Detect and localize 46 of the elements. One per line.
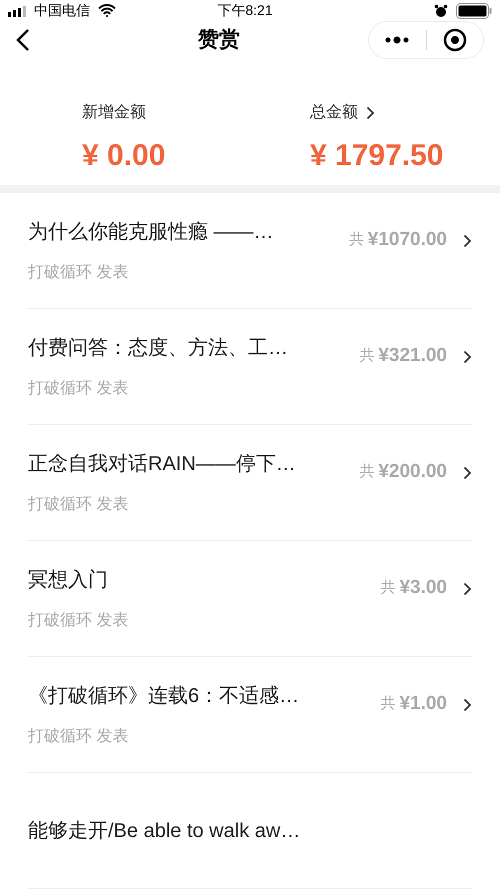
list-item[interactable]: 付费问答：态度、方法、工… 打破循环 发表 共 ¥321.00 [28,309,472,425]
total-prefix: 共 [359,346,374,366]
total-prefix: 共 [380,694,396,714]
alarm-icon [434,4,448,18]
chevron-icon [463,234,472,248]
item-title: 正念自我对话RAIN——停下… [28,452,297,476]
item-amount: ¥200.00 [378,460,447,484]
total-prefix: 共 [380,578,396,598]
item-title: 付费问答：态度、方法、工… [28,336,289,360]
item-title: 能够走开/Be able to walk aw… [28,818,302,844]
summary-label: 总金额 [310,102,358,123]
clock: 下午8:21 [217,1,273,20]
chevron-icon [463,350,472,364]
summary-label: 新增金额 [82,102,146,123]
list-item[interactable]: 冥想入门 打破循环 发表 共 ¥3.00 [28,541,472,657]
total-prefix: 共 [348,230,364,250]
more-icon [384,36,410,44]
item-amount: ¥1.00 [399,692,447,716]
back-icon [16,28,30,52]
wifi-icon [98,4,116,17]
page-title: 赞赏 [198,27,240,54]
item-author: 打破循环 发表 [28,610,130,630]
carrier-name: 中国电信 [34,1,90,20]
list-item[interactable]: 正念自我对话RAIN——停下… 打破循环 发表 共 ¥200.00 [28,425,472,541]
chevron-icon [463,466,472,480]
chevron-icon[interactable] [366,106,375,120]
item-author: 打破循环 发表 [28,262,130,282]
chevron-icon [463,698,472,712]
summary-amount: ¥ 1797.50 [310,138,444,174]
chevron-icon [463,582,472,596]
item-author: 打破循环 发表 [28,378,130,398]
item-amount: ¥321.00 [378,344,447,368]
item-title: 为什么你能克服性瘾 ——… [28,220,275,244]
item-title: 《打破循环》连载6：不适感… [28,684,300,708]
total-prefix: 共 [359,462,374,482]
list-item[interactable]: 能够走开/Be able to walk aw… [28,773,472,889]
item-author: 打破循环 发表 [28,726,130,746]
battery-icon [456,2,492,18]
item-author: 打破循环 发表 [28,494,130,514]
item-amount: ¥1070.00 [368,228,447,252]
list-item[interactable]: 《打破循环》连载6：不适感… 打破循环 发表 共 ¥1.00 [28,657,472,773]
item-amount: ¥3.00 [399,576,447,600]
item-title: 冥想入门 [28,568,109,592]
summary-amount: ¥ 0.00 [82,138,166,174]
record-icon [442,28,467,52]
list-item[interactable]: 为什么你能克服性瘾 ——… 打破循环 发表 共 ¥1070.00 [28,193,472,309]
